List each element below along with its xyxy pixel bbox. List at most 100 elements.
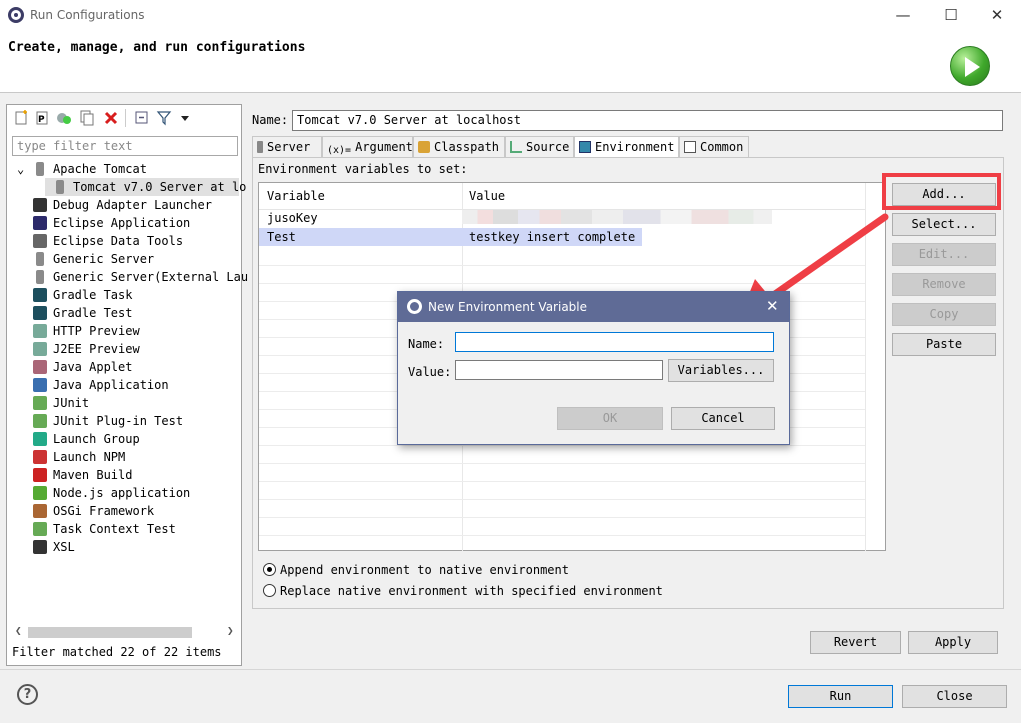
append-env-radio[interactable] bbox=[263, 563, 276, 576]
copy-button[interactable]: Copy bbox=[892, 303, 996, 326]
tree-item[interactable]: Task Context Test bbox=[7, 520, 239, 538]
tab-arguments[interactable]: (x)= Arguments bbox=[322, 136, 420, 158]
data-tools-icon bbox=[33, 234, 47, 248]
junit-plugin-icon bbox=[33, 414, 47, 428]
new-config-icon[interactable] bbox=[13, 110, 29, 126]
tree-item[interactable]: Eclipse Application bbox=[7, 214, 239, 232]
tab-label: Classpath bbox=[434, 140, 500, 154]
server-config-icon bbox=[56, 180, 64, 194]
tree-item[interactable]: Java Application bbox=[7, 376, 239, 394]
xsl-icon bbox=[33, 540, 47, 554]
tree-item[interactable]: Generic Server(External Lau bbox=[7, 268, 248, 286]
tree-item[interactable]: Eclipse Data Tools bbox=[7, 232, 239, 250]
tree-horizontal-scrollbar[interactable]: ❮ ❯ bbox=[12, 624, 238, 640]
tree-item[interactable]: Gradle Task bbox=[7, 286, 239, 304]
server-icon bbox=[257, 141, 263, 153]
tree-item-label: Node.js application bbox=[53, 486, 191, 500]
expand-toggle-icon[interactable]: ⌄ bbox=[17, 160, 24, 178]
ok-button[interactable]: OK bbox=[557, 407, 663, 430]
append-env-label[interactable]: Append environment to native environment bbox=[280, 563, 569, 577]
filter-status: Filter matched 22 of 22 items bbox=[12, 645, 222, 659]
tree-item-label: Generic Server bbox=[53, 252, 155, 266]
table-row-selected[interactable]: Test testkey insert complete bbox=[259, 228, 642, 246]
column-header-variable[interactable]: Variable bbox=[267, 189, 325, 203]
filter-icon[interactable] bbox=[156, 110, 172, 126]
tree-item[interactable]: Launch NPM bbox=[7, 448, 239, 466]
help-icon[interactable]: ? bbox=[17, 684, 38, 705]
gradle-icon bbox=[33, 288, 47, 302]
tab-classpath[interactable]: Classpath bbox=[413, 136, 505, 158]
tree-item[interactable]: Launch Group bbox=[7, 430, 239, 448]
dialog-name-input[interactable] bbox=[455, 332, 774, 352]
filter-input[interactable]: type filter text bbox=[12, 136, 238, 156]
column-header-value[interactable]: Value bbox=[469, 189, 505, 203]
tree-item[interactable]: Java Applet bbox=[7, 358, 239, 376]
dialog-close-icon[interactable]: ✕ bbox=[766, 297, 779, 315]
close-button[interactable]: Close bbox=[902, 685, 1007, 708]
tree-item[interactable]: Debug Adapter Launcher bbox=[7, 196, 239, 214]
tree-item-label: Eclipse Application bbox=[53, 216, 191, 230]
tree-item-label: XSL bbox=[53, 540, 75, 554]
tree-item[interactable]: Tomcat v7.0 Server at lo bbox=[45, 178, 246, 196]
preview-icon bbox=[33, 324, 47, 338]
new-prototype-icon[interactable]: P bbox=[34, 110, 50, 126]
delete-icon[interactable] bbox=[103, 110, 119, 126]
task-context-icon bbox=[33, 522, 47, 536]
tree-item[interactable]: ⌄ Apache Tomcat bbox=[7, 160, 239, 178]
scroll-left-icon[interactable]: ❮ bbox=[15, 624, 22, 637]
tree-item[interactable]: HTTP Preview bbox=[7, 322, 239, 340]
gradle-icon bbox=[33, 306, 47, 320]
variables-button[interactable]: Variables... bbox=[668, 359, 774, 382]
scrollbar-thumb[interactable] bbox=[28, 627, 192, 638]
apply-button[interactable]: Apply bbox=[908, 631, 998, 654]
common-icon bbox=[684, 141, 696, 153]
config-name-input[interactable]: Tomcat v7.0 Server at localhost bbox=[292, 110, 1003, 131]
tree-item[interactable]: J2EE Preview bbox=[7, 340, 239, 358]
replace-env-label[interactable]: Replace native environment with specifie… bbox=[280, 584, 663, 598]
tree-item[interactable]: Generic Server bbox=[7, 250, 239, 268]
chevron-down-icon[interactable] bbox=[177, 110, 193, 126]
grid-line bbox=[259, 445, 865, 446]
tree-item[interactable]: Maven Build bbox=[7, 466, 239, 484]
tab-environment[interactable]: Environment bbox=[574, 136, 679, 158]
tree-item[interactable]: Node.js application bbox=[7, 484, 239, 502]
duplicate-icon[interactable] bbox=[79, 110, 95, 126]
run-button[interactable]: Run bbox=[788, 685, 893, 708]
tab-label: Server bbox=[267, 140, 311, 154]
tree-item-label: Launch NPM bbox=[53, 450, 126, 464]
edit-button[interactable]: Edit... bbox=[892, 243, 996, 266]
close-icon[interactable]: ✕ bbox=[986, 4, 1008, 26]
maximize-icon[interactable]: ☐ bbox=[940, 4, 962, 26]
tree-item[interactable]: OSGi Framework bbox=[7, 502, 239, 520]
junit-icon bbox=[33, 396, 47, 410]
tree-item[interactable]: JUnit bbox=[7, 394, 239, 412]
tab-server[interactable]: Server bbox=[252, 136, 322, 158]
tree-item-label: JUnit Plug-in Test bbox=[53, 414, 184, 428]
tree-item[interactable]: XSL bbox=[7, 538, 239, 556]
tab-source[interactable]: Source bbox=[505, 136, 574, 158]
tree-item-label: OSGi Framework bbox=[53, 504, 155, 518]
tree-item[interactable]: JUnit Plug-in Test bbox=[7, 412, 239, 430]
select-button[interactable]: Select... bbox=[892, 213, 996, 236]
dialog-name-label: Name: bbox=[408, 337, 445, 351]
tab-common[interactable]: Common bbox=[679, 136, 749, 158]
revert-button[interactable]: Revert bbox=[810, 631, 901, 654]
config-tree: ⌄ Apache Tomcat Tomcat v7.0 Server at lo De… bbox=[7, 160, 248, 620]
export-config-icon[interactable] bbox=[56, 110, 72, 126]
grid-line bbox=[259, 499, 865, 500]
nodejs-icon bbox=[33, 486, 47, 500]
launch-group-icon bbox=[33, 432, 47, 446]
dialog-value-input[interactable] bbox=[455, 360, 663, 380]
remove-button[interactable]: Remove bbox=[892, 273, 996, 296]
paste-button[interactable]: Paste bbox=[892, 333, 996, 356]
scroll-right-icon[interactable]: ❯ bbox=[227, 624, 234, 637]
svg-text:P: P bbox=[38, 115, 45, 125]
collapse-all-icon[interactable] bbox=[134, 110, 150, 126]
tree-item[interactable]: Gradle Test bbox=[7, 304, 239, 322]
new-env-variable-dialog: New Environment Variable ✕ Name: Value: … bbox=[397, 291, 790, 445]
replace-env-radio[interactable] bbox=[263, 584, 276, 597]
cancel-button[interactable]: Cancel bbox=[671, 407, 775, 430]
footer-divider bbox=[0, 669, 1021, 670]
minimize-icon[interactable]: — bbox=[892, 4, 914, 26]
tree-item-label: JUnit bbox=[53, 396, 90, 410]
